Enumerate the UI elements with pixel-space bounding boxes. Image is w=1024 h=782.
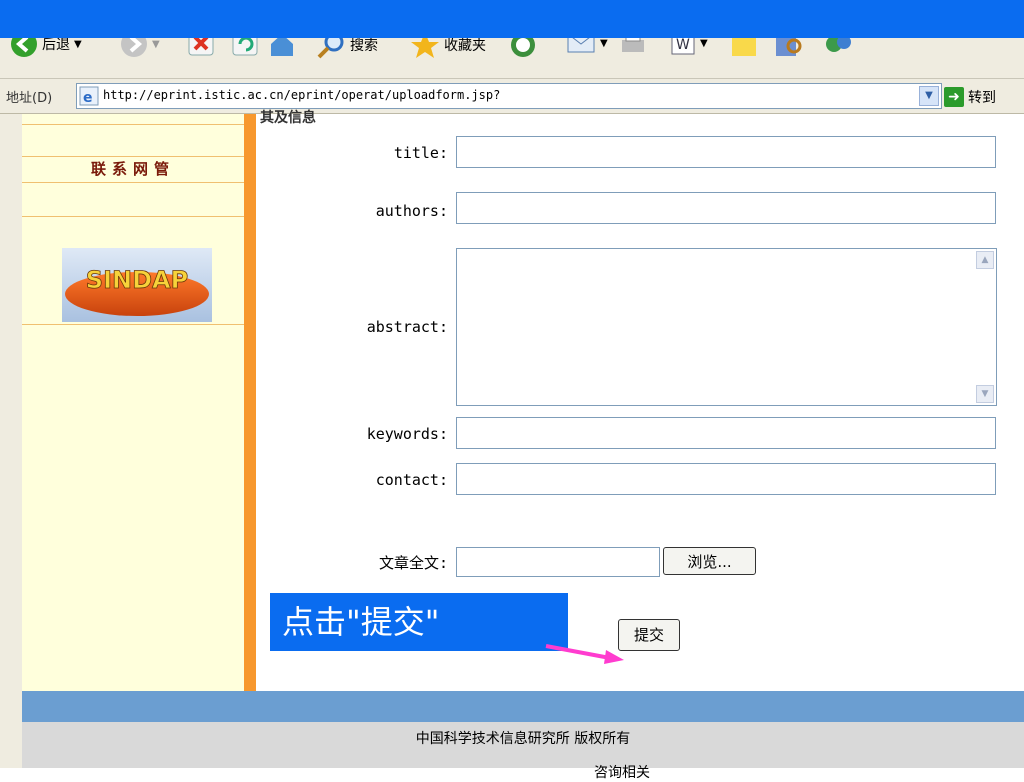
edit-button[interactable]: W ▼ xyxy=(670,38,708,56)
sindap-logo[interactable]: SINDAP xyxy=(62,248,212,322)
scroll-down-icon[interactable]: ▼ xyxy=(976,385,994,403)
footer-copyright: 中国科学技术信息研究所 版权所有 xyxy=(415,731,631,747)
print-button[interactable] xyxy=(618,38,648,58)
chevron-down-icon[interactable]: ▼ xyxy=(700,38,708,49)
footer-link[interactable]: 咨询相关 xyxy=(594,762,650,782)
authors-input[interactable] xyxy=(456,192,996,224)
contact-input[interactable] xyxy=(456,463,996,495)
sidebar: 联系网管 SINDAP xyxy=(22,114,244,691)
edit-icon: W xyxy=(671,38,695,55)
messenger-button[interactable] xyxy=(822,38,854,58)
logo-text: SINDAP xyxy=(86,266,188,294)
search-icon xyxy=(317,38,344,59)
stop-button[interactable] xyxy=(188,38,214,56)
history-icon xyxy=(511,38,535,57)
printer-icon xyxy=(622,38,644,52)
svg-text:W: W xyxy=(676,38,690,53)
scroll-up-icon[interactable]: ▲ xyxy=(976,251,994,269)
favorites-label: 收藏夹 xyxy=(444,38,486,54)
go-button[interactable]: ➜ 转到 xyxy=(944,87,996,107)
authors-label: authors: xyxy=(375,202,448,220)
back-button[interactable]: 后退 ▼ xyxy=(10,38,82,58)
stop-icon xyxy=(188,38,214,56)
address-label: 地址(D) xyxy=(6,91,53,106)
messenger-icon xyxy=(826,38,851,52)
footer-band xyxy=(22,691,1024,722)
mail-icon xyxy=(567,38,595,53)
search-label: 搜索 xyxy=(350,38,378,54)
page-content: 联系网管 SINDAP 其及信息 title: authors: abstrac… xyxy=(0,110,1024,781)
fulltext-file-input[interactable] xyxy=(456,547,660,577)
abstract-textarea[interactable]: ▲ ▼ xyxy=(456,248,997,406)
contact-label: contact: xyxy=(375,471,448,489)
sidebar-link-contact-admin[interactable]: 联系网管 xyxy=(22,158,244,179)
go-label: 转到 xyxy=(968,90,996,106)
keywords-label: keywords: xyxy=(366,425,448,443)
title-label: title: xyxy=(393,144,448,162)
address-dropdown-icon[interactable]: ▼ xyxy=(919,86,939,106)
address-url: http://eprint.istic.ac.cn/eprint/operat/… xyxy=(103,88,501,102)
ie-page-icon: e xyxy=(79,86,99,106)
forward-icon xyxy=(121,38,147,57)
sidebar-divider xyxy=(22,182,244,183)
address-bar: 地址(D) e http://eprint.istic.ac.cn/eprint… xyxy=(0,79,1024,114)
home-button[interactable] xyxy=(268,38,296,58)
chevron-down-icon[interactable]: ▼ xyxy=(600,38,608,49)
browse-button[interactable]: 浏览... xyxy=(663,547,756,575)
back-label: 后退 xyxy=(42,38,70,53)
sidebar-divider xyxy=(22,216,244,217)
keywords-input[interactable] xyxy=(456,417,996,449)
back-icon xyxy=(11,38,37,57)
folder-icon xyxy=(732,38,756,56)
search-button[interactable]: 搜索 xyxy=(316,38,378,60)
home-icon xyxy=(271,38,293,56)
svg-text:e: e xyxy=(83,90,93,106)
sidebar-divider xyxy=(22,156,244,157)
sidebar-border xyxy=(244,114,256,691)
mail-button[interactable]: ▼ xyxy=(566,38,608,56)
sidebar-divider xyxy=(22,324,244,325)
address-input[interactable]: e http://eprint.istic.ac.cn/eprint/opera… xyxy=(76,83,942,109)
sidebar-divider xyxy=(22,124,244,125)
window-left-edge xyxy=(0,114,23,768)
browser-toolbar: 后退 ▼ ▼ 搜索 收藏夹 ▼ W ▼ xyxy=(0,38,1024,79)
refresh-icon xyxy=(232,38,258,56)
abstract-label: abstract: xyxy=(366,318,448,336)
history-button[interactable] xyxy=(508,38,538,60)
top-banner-band xyxy=(0,0,1024,38)
favorites-button[interactable]: 收藏夹 xyxy=(410,38,486,60)
title-input[interactable] xyxy=(456,136,996,168)
discuss-button[interactable] xyxy=(730,38,758,58)
research-button[interactable] xyxy=(774,38,804,58)
fulltext-label: 文章全文: xyxy=(378,554,448,572)
footer: 中国科学技术信息研究所 版权所有 咨询相关 xyxy=(22,722,1024,781)
research-icon xyxy=(776,38,802,56)
submit-button[interactable]: 提交 xyxy=(618,619,680,651)
chevron-down-icon[interactable]: ▼ xyxy=(152,39,160,50)
forward-button[interactable]: ▼ xyxy=(120,38,160,58)
refresh-button[interactable] xyxy=(232,38,258,56)
section-title: 其及信息 xyxy=(260,110,316,126)
instruction-callout: 点击"提交" xyxy=(270,593,568,651)
chevron-down-icon[interactable]: ▼ xyxy=(74,39,82,50)
star-icon xyxy=(411,38,439,58)
go-arrow-icon: ➜ xyxy=(944,87,964,107)
pointer-arrow-icon xyxy=(545,644,624,664)
